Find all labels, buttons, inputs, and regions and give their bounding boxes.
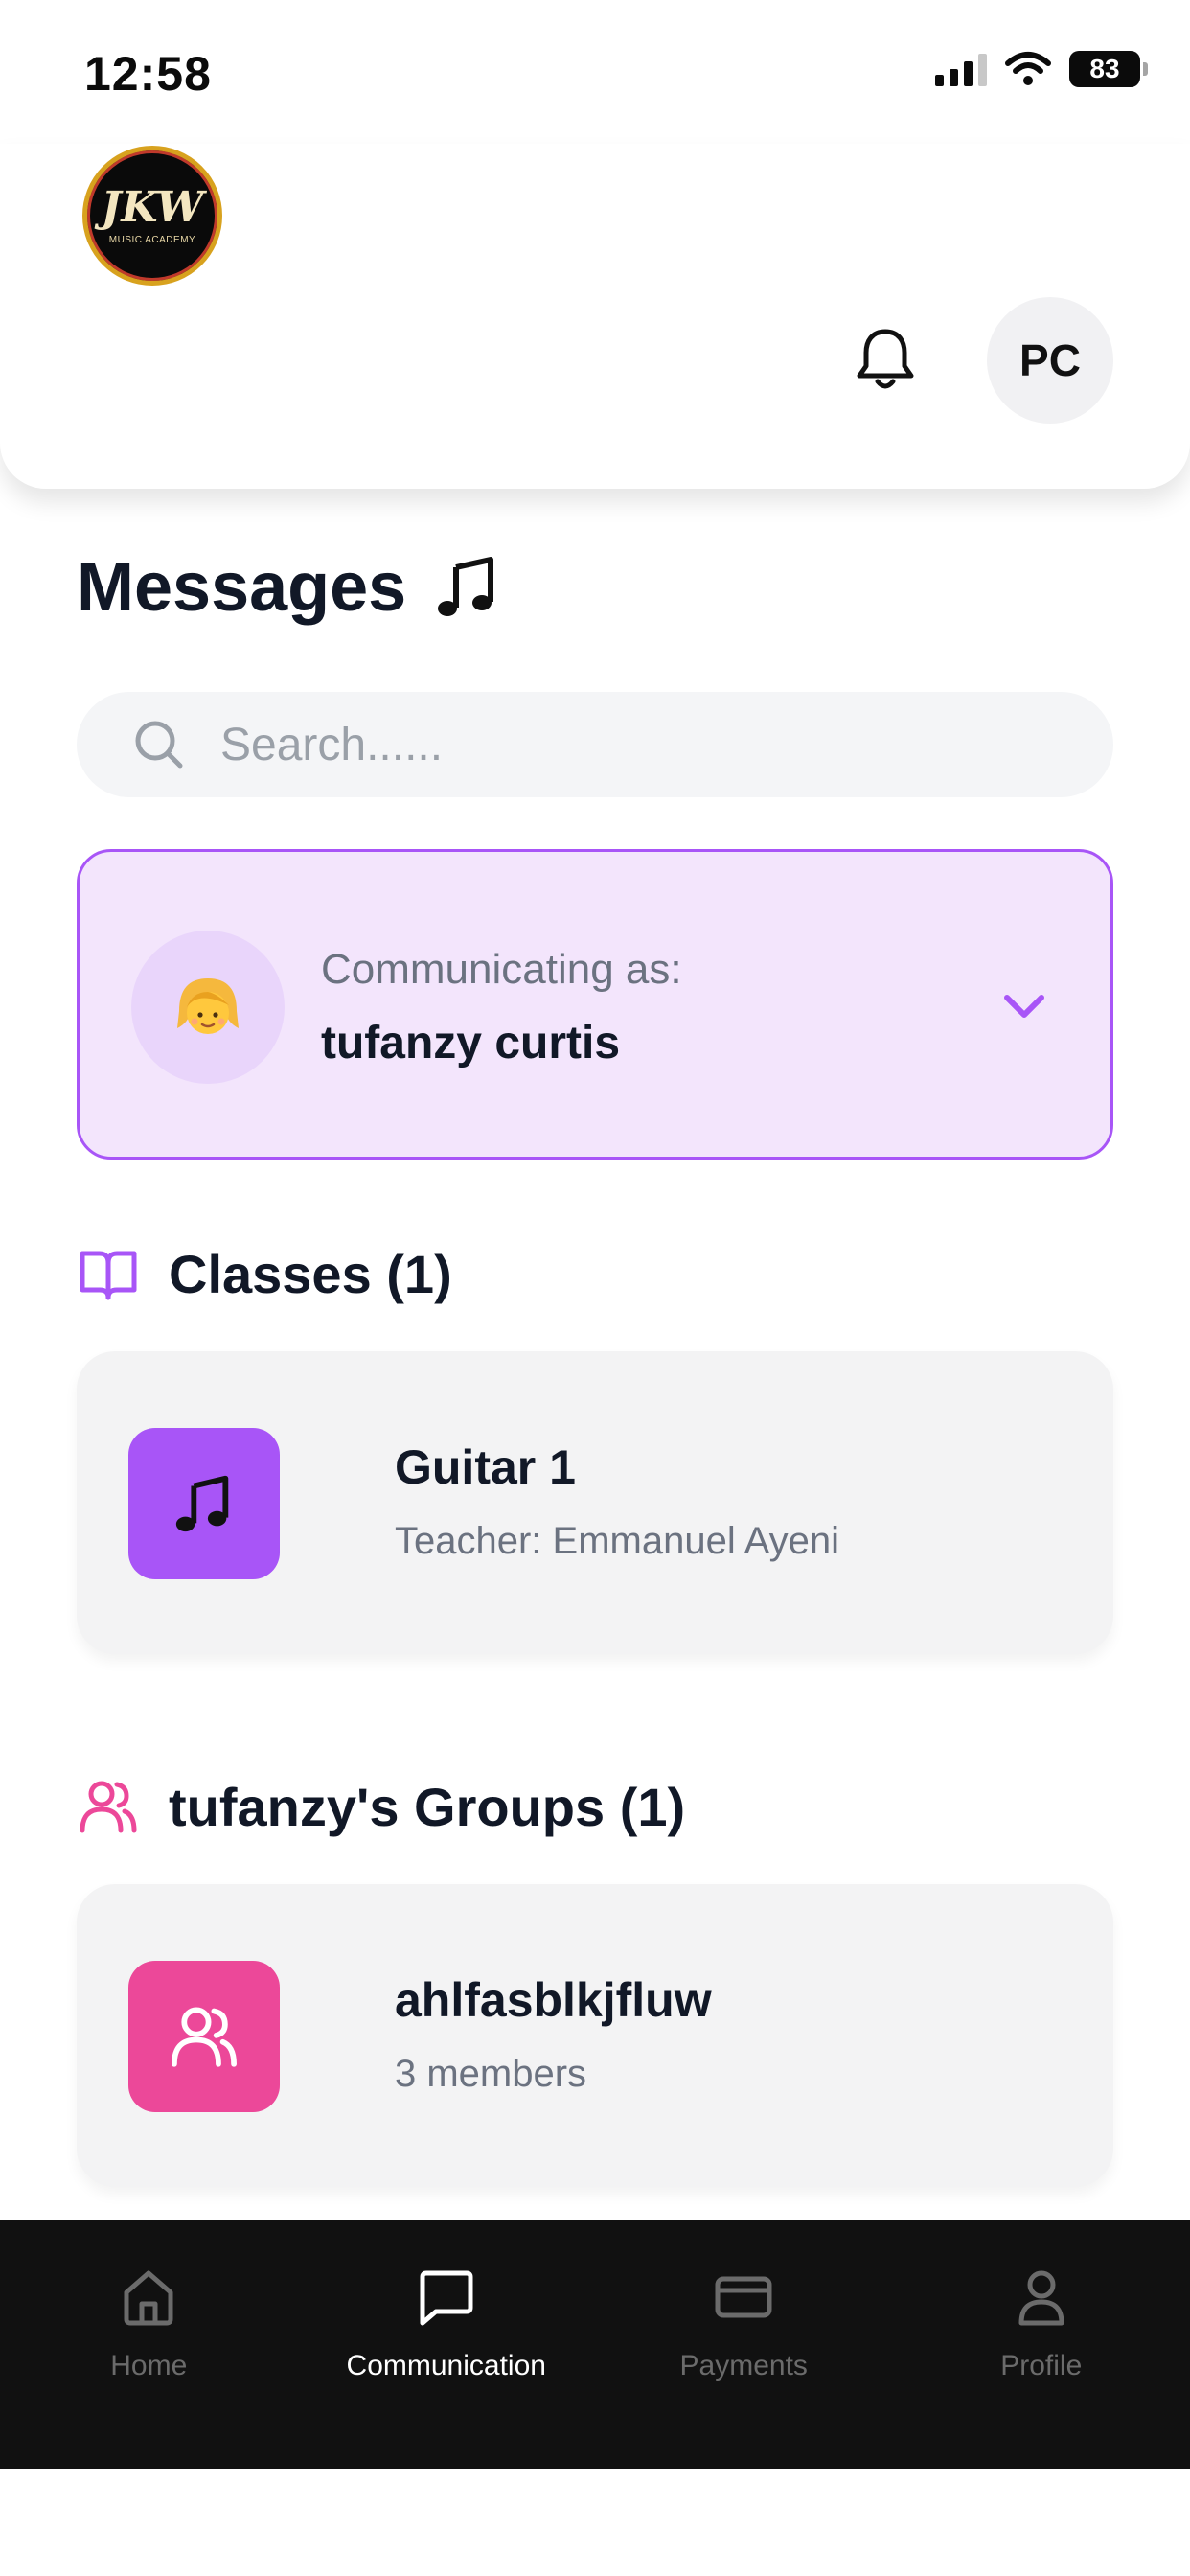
book-open-icon [80,1251,137,1300]
users-icon [172,2007,237,2067]
status-bar: 12:58 83 [0,0,1190,144]
bell-icon[interactable] [847,322,924,399]
user-avatar[interactable]: PC [987,297,1113,424]
nav-profile[interactable]: Profile [893,2220,1190,2469]
group-icon-tile [128,1961,280,2112]
page-title-text: Messages [77,549,407,626]
class-card[interactable]: Guitar 1 Teacher: Emmanuel Ayeni [77,1351,1113,1654]
girl-emoji-icon [177,978,239,1034]
class-icon-tile [128,1428,280,1579]
class-title: Guitar 1 [395,1440,576,1494]
groups-heading: tufanzy's Groups (1) [77,1775,685,1838]
groups-heading-text: tufanzy's Groups (1) [169,1776,686,1837]
search-input[interactable] [220,718,1035,771]
student-avatar [131,931,285,1084]
academy-logo[interactable]: JKW MUSIC ACADEMY [82,146,222,286]
status-time: 12:58 [84,47,212,101]
card-icon [715,2276,772,2318]
nav-communication-label: Communication [346,2350,546,2381]
nav-home-label: Home [110,2350,188,2381]
wifi-icon [1005,52,1051,85]
group-title: ahlfasblkjfluw [395,1973,712,2027]
message-icon [420,2270,473,2326]
status-icons: 83 [935,50,1148,88]
nav-profile-label: Profile [1000,2350,1083,2381]
home-icon [124,2270,173,2326]
search-bar[interactable] [77,692,1113,797]
logo-mark: JKW [101,182,204,232]
users-icon [80,1781,137,1833]
battery-level: 83 [1089,54,1120,83]
nav-payments-label: Payments [679,2350,808,2381]
communicating-as-label: Communicating as: [321,946,682,993]
signal-icon [935,52,987,86]
chevron-down-icon[interactable] [995,977,1053,1034]
classes-heading: Classes (1) [77,1242,452,1305]
communicating-as-name: tufanzy curtis [321,1018,621,1069]
nav-home[interactable]: Home [0,2220,298,2469]
logo-subtitle: MUSIC ACADEMY [108,234,196,245]
group-card[interactable]: ahlfasblkjfluw 3 members [77,1884,1113,2187]
group-members: 3 members [395,2053,587,2095]
communicating-as-selector[interactable]: Communicating as: tufanzy curtis [77,849,1113,1160]
page-title: Messages [77,548,500,627]
nav-payments[interactable]: Payments [595,2220,893,2469]
bottom-nav: Home Communication Payments Profile [0,2220,1190,2469]
classes-heading-text: Classes (1) [169,1243,452,1304]
search-icon [135,721,183,769]
user-icon [1018,2270,1064,2326]
music-note-icon [438,557,494,616]
nav-communication[interactable]: Communication [298,2220,596,2469]
class-teacher: Teacher: Emmanuel Ayeni [395,1520,839,1562]
battery-icon: 83 [1069,51,1148,87]
music-note-icon [175,1475,229,1532]
